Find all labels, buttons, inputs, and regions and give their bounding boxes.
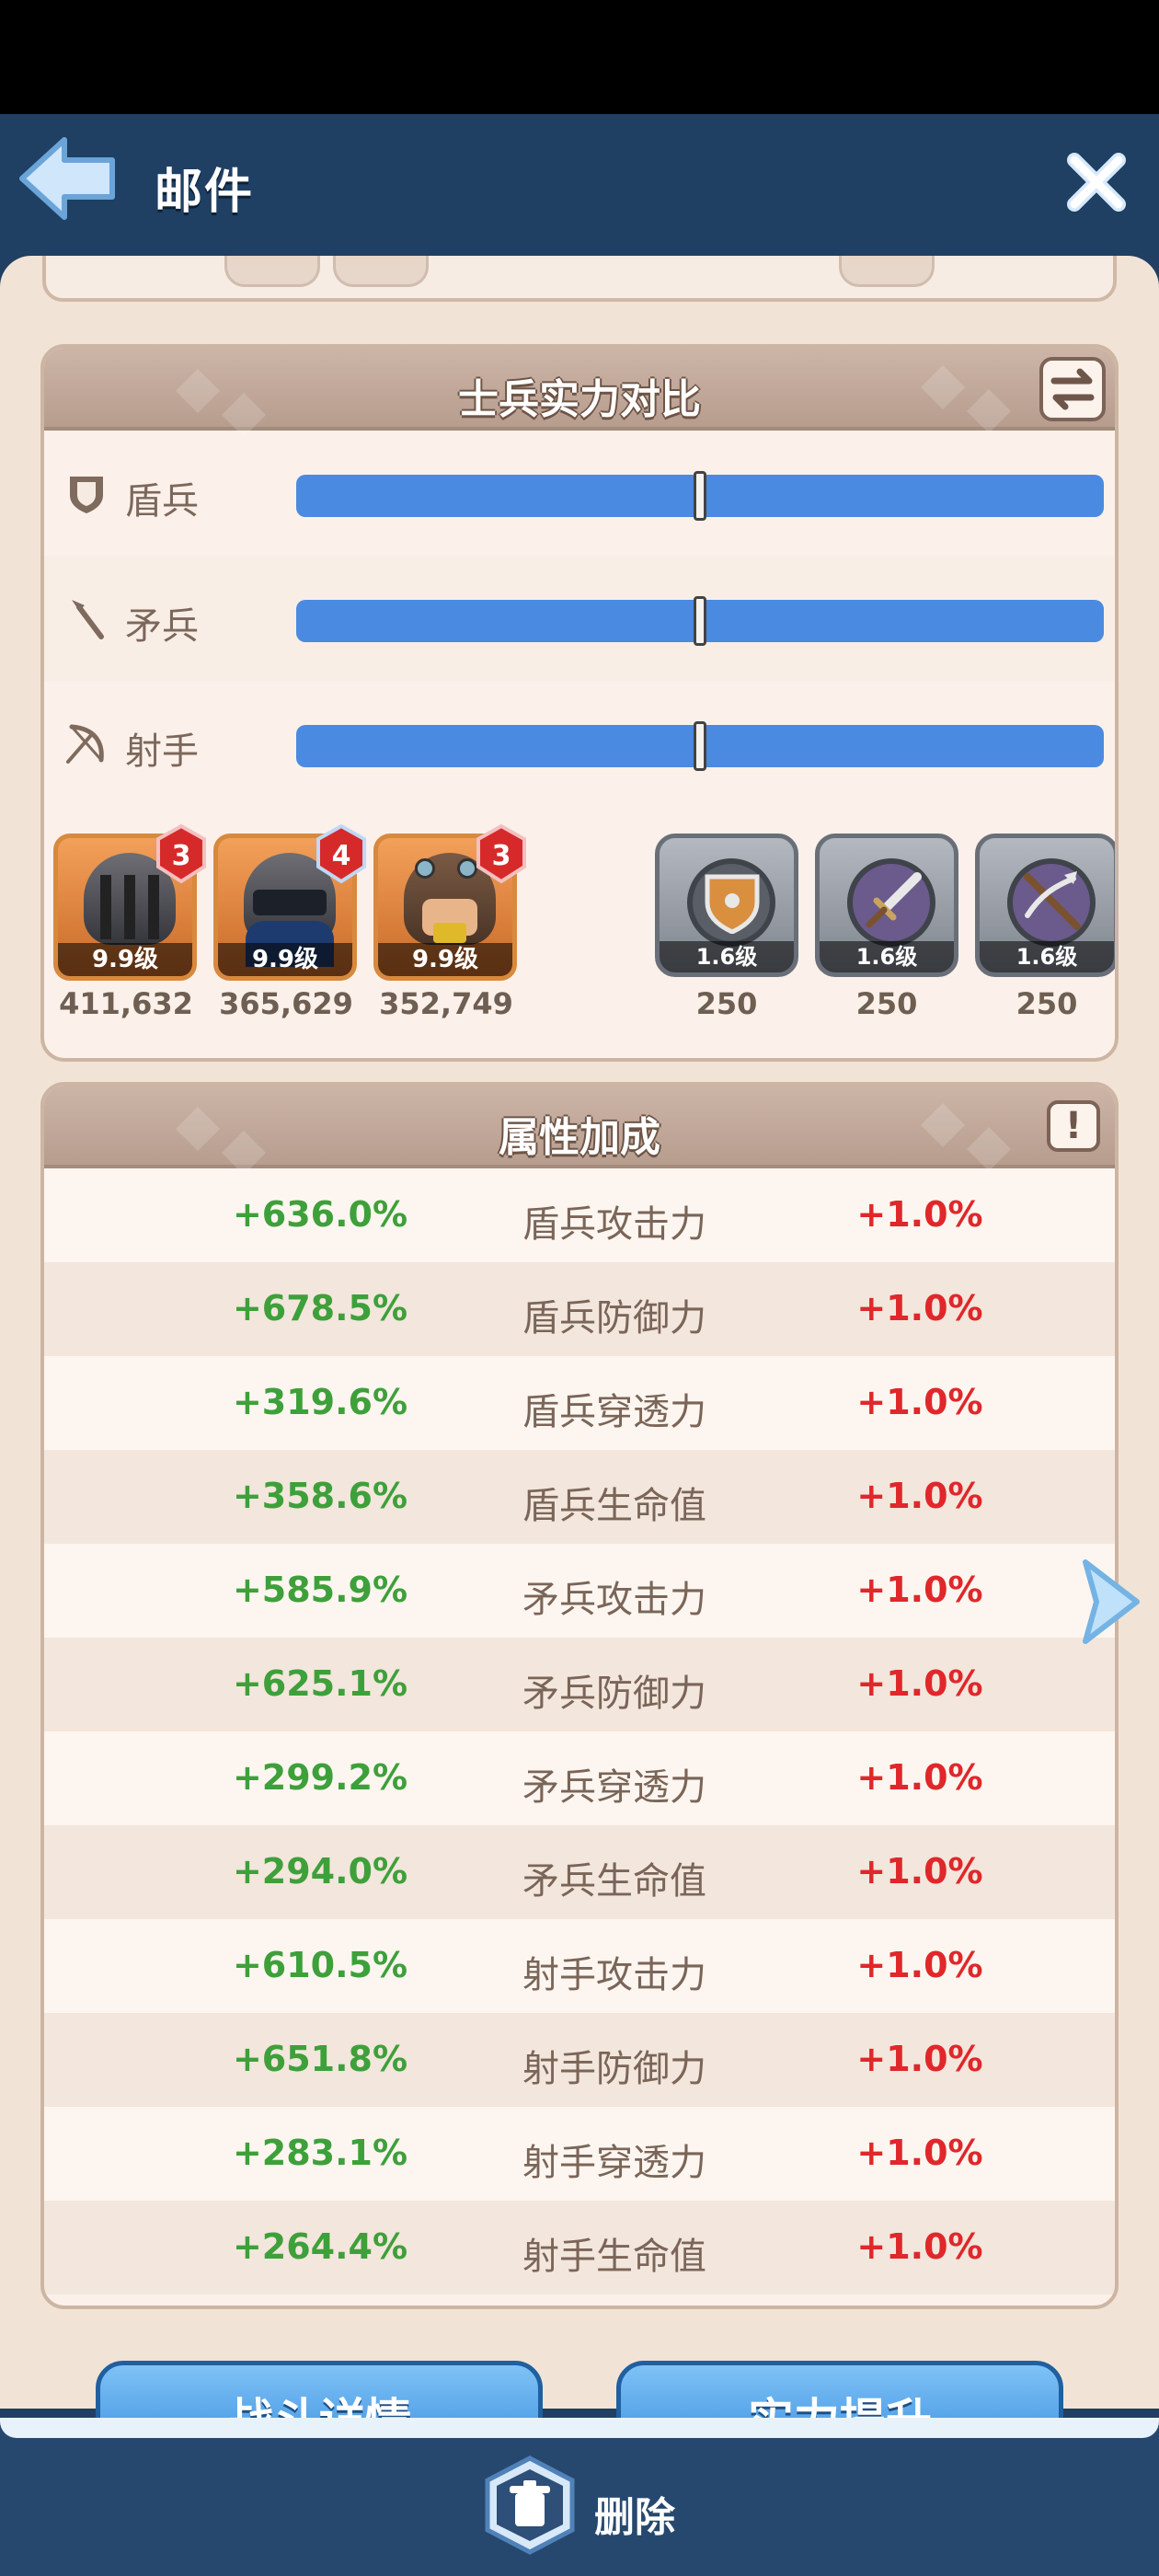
attr-enemy-value: +1.0% [856,2226,983,2267]
attr-enemy-value: +1.0% [856,1757,983,1798]
section-header: 士兵实力对比 [44,348,1115,438]
section-header: 属性加成 ! [44,1086,1115,1176]
bow-gear-icon: 1.6级 [975,834,1115,977]
attr-enemy-value: +1.0% [856,1663,983,1704]
mail-frame: 士兵实力对比 盾兵 矛兵 射手 9.9级 3 411,632 9.9级 4 36… [0,256,1159,2427]
unit-level: 9.9级 [58,943,192,976]
attribute-row: +636.0% 盾兵攻击力 +1.0% [44,1168,1115,1262]
attr-enemy-value: +1.0% [856,1382,983,1422]
shield-gear-icon: 1.6级 [655,834,798,977]
close-icon[interactable] [1063,149,1130,215]
swap-button[interactable] [1039,357,1106,421]
section-title: 士兵实力对比 [458,376,701,423]
attr-enemy-value: +1.0% [856,2039,983,2079]
bottom-bar: 删除 [0,2418,1159,2576]
bar-marker [694,721,706,771]
attribute-row: +678.5% 盾兵防御力 +1.0% [44,1262,1115,1356]
gear-value: 250 [1016,986,1078,1021]
unit-power: 352,749 [379,986,513,1021]
trash-icon[interactable] [482,2455,578,2556]
attribute-row: +299.2% 矛兵穿透力 +1.0% [44,1731,1115,1825]
unit-level: 9.9级 [218,943,352,976]
comparison-bar [296,721,1104,771]
bar-marker [694,471,706,521]
gear-value: 250 [695,986,758,1021]
attribute-row: +283.1% 射手穿透力 +1.0% [44,2107,1115,2201]
page-title: 邮件 [155,165,255,220]
attribute-bonus-section: 属性加成 ! +636.0% 盾兵攻击力 +1.0% +678.5% 盾兵防御力… [40,1082,1119,2309]
star-count: 3 [492,840,511,872]
exclamation-icon: ! [1064,1105,1083,1147]
top-bar: 邮件 [0,114,1159,256]
info-button[interactable]: ! [1047,1100,1100,1152]
star-count: 3 [172,840,191,872]
attr-enemy-value: +1.0% [856,1476,983,1516]
star-badge-icon: 3 [156,824,206,883]
attribute-row: +264.4% 射手生命值 +1.0% [44,2201,1115,2294]
spear-icon [72,600,104,639]
unit-power: 365,629 [219,986,353,1021]
attr-enemy-value: +1.0% [856,2133,983,2173]
comparison-bar [296,471,1104,521]
shield-icon [705,874,760,934]
bow-icon [66,724,104,764]
attribute-row: +358.6% 盾兵生命值 +1.0% [44,1450,1115,1544]
delete-label[interactable]: 删除 [594,2484,675,2543]
shield-icon [70,477,103,513]
attribute-row: +585.9% 矛兵攻击力 +1.0% [44,1544,1115,1638]
star-badge-icon: 4 [316,824,366,883]
previous-section-bottom [42,256,1117,302]
unit-level: 9.9级 [378,943,512,976]
attr-enemy-value: +1.0% [856,1288,983,1328]
tab-stub [224,256,320,287]
attr-enemy-value: +1.0% [856,1851,983,1892]
attribute-row: +651.8% 射手防御力 +1.0% [44,2013,1115,2107]
units-row: 9.9级 3 411,632 9.9级 4 365,629 9.9级 3 352… [53,824,1115,1036]
gear-value: 250 [855,986,918,1021]
gear-level: 1.6级 [660,941,794,972]
section-title: 属性加成 [499,1114,660,1161]
gear-level: 1.6级 [820,941,954,972]
tab-stub [839,256,935,287]
star-badge-icon: 3 [476,824,526,883]
attribute-row: +319.6% 盾兵穿透力 +1.0% [44,1356,1115,1450]
comparison-bar [296,596,1104,646]
spear-gear-icon: 1.6级 [815,834,958,977]
next-page-arrow-icon[interactable] [1076,1555,1146,1649]
gear-level: 1.6级 [980,941,1114,972]
unit-power: 411,632 [59,986,193,1021]
attribute-row: +625.1% 矛兵防御力 +1.0% [44,1638,1115,1731]
star-count: 4 [332,840,351,872]
attribute-row: +610.5% 射手攻击力 +1.0% [44,1919,1115,2013]
snow-decoration [0,2418,1159,2438]
attribute-row: +294.0% 矛兵生命值 +1.0% [44,1825,1115,1919]
comparison-label: 盾兵 [125,480,199,523]
soldier-comparison-section: 士兵实力对比 盾兵 矛兵 射手 9.9级 3 411,632 9.9级 4 36… [40,344,1119,1062]
tab-stub [333,256,429,287]
crossbow-icon [1024,871,1081,930]
back-arrow-icon[interactable] [17,132,120,224]
attr-enemy-value: +1.0% [856,1570,983,1610]
comparison-label: 射手 [125,730,199,773]
bar-marker [694,596,706,646]
swap-icon [1050,368,1095,410]
comparison-row-spear: 矛兵 [44,556,1115,681]
attr-enemy-value: +1.0% [856,1194,983,1235]
comparison-label: 矛兵 [125,605,199,648]
comparison-row-shield: 盾兵 [44,431,1115,556]
attr-enemy-value: +1.0% [856,1945,983,1985]
comparison-row-archer: 射手 [44,681,1115,806]
sword-icon [866,872,922,928]
mail-content-panel[interactable]: 士兵实力对比 盾兵 矛兵 射手 9.9级 3 411,632 9.9级 4 36… [0,256,1159,2409]
